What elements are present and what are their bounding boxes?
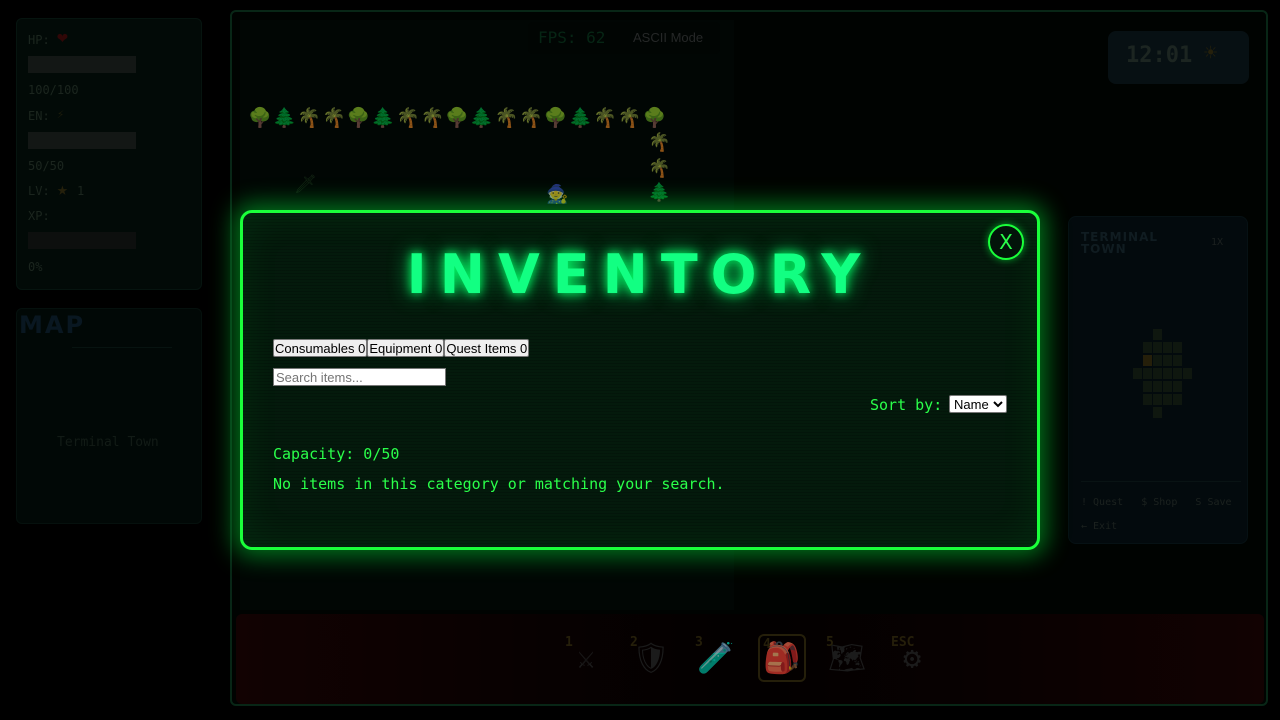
capacity-text: Capacity: 0/50 [273,445,400,463]
sort-label: Sort by: [870,396,943,414]
inventory-modal: INVENTORY X Consumables 0 Equipment 0 Qu… [240,210,1040,550]
close-button[interactable]: X [988,224,1024,260]
inventory-title: INVENTORY [406,243,874,306]
search-input[interactable] [273,368,446,386]
tab-equipment[interactable]: Equipment 0 [367,339,445,357]
tab-quest-items[interactable]: Quest Items 0 [444,339,530,357]
empty-message: No items in this category or matching yo… [273,475,725,493]
tab-consumables[interactable]: Consumables 0 [273,339,368,357]
category-tabs: Consumables 0 Equipment 0 Quest Items 0 [273,339,530,357]
sort-select[interactable]: Name [949,395,1007,413]
